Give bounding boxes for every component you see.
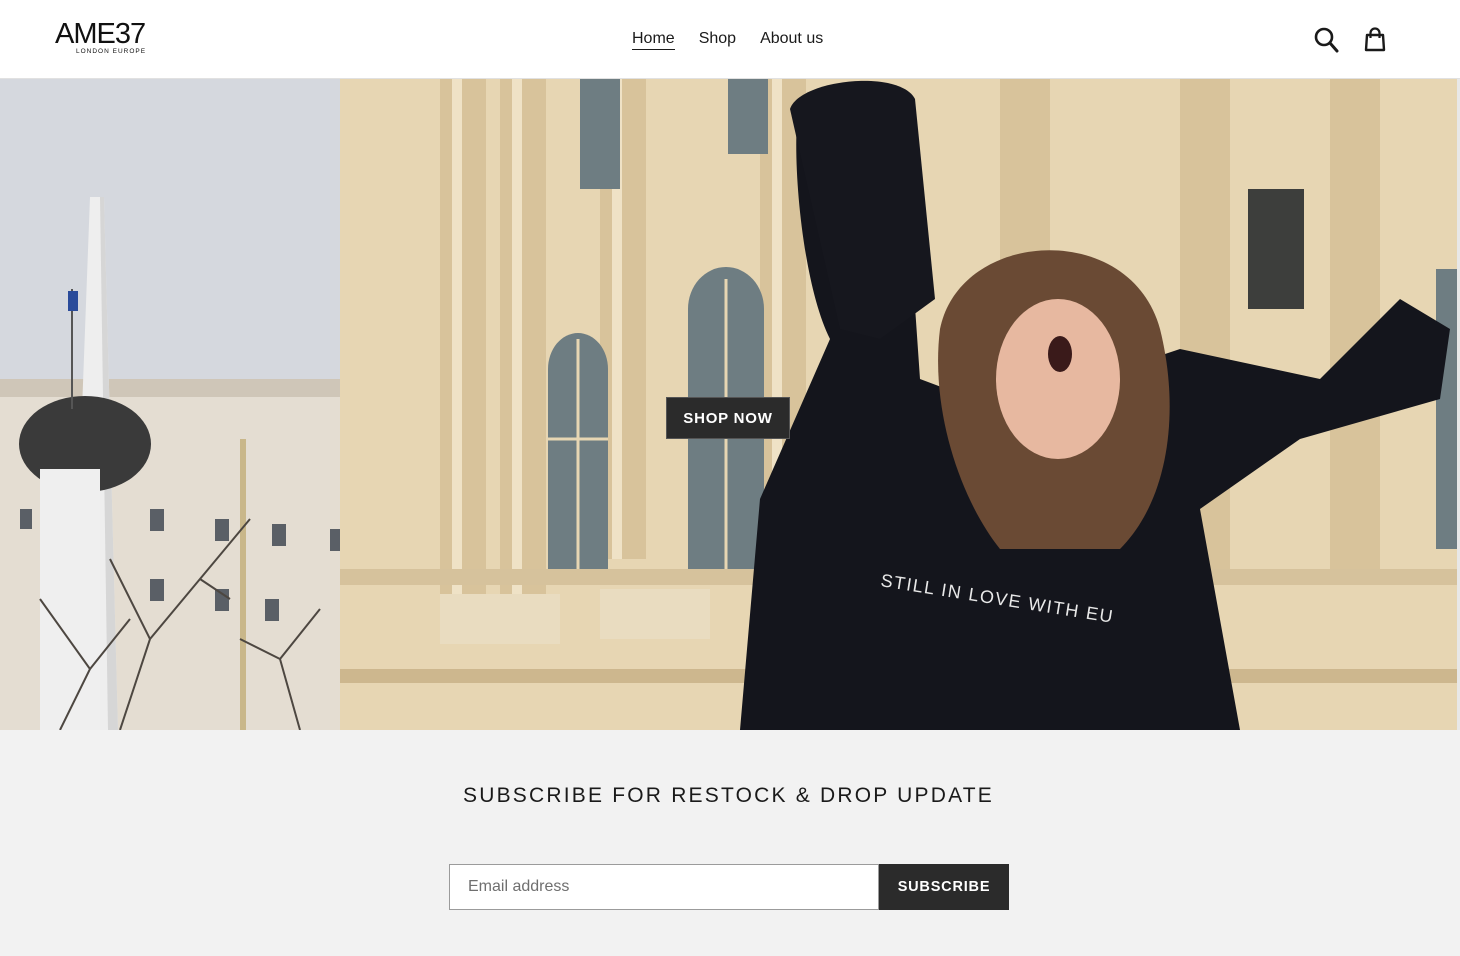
email-input[interactable] (449, 864, 879, 910)
main-nav: Home Shop About us (620, 28, 835, 50)
subscribe-button[interactable]: SUBSCRIBE (879, 864, 1009, 910)
nav-label-home: Home (632, 30, 675, 50)
hero-banner: STILL IN LOVE WITH EU SHOP NOW (0, 79, 1457, 730)
nav-label-shop: Shop (698, 30, 737, 47)
newsletter-heading: SUBSCRIBE FOR RESTOCK & DROP UPDATE (463, 784, 994, 807)
nav-link-about[interactable]: About us (748, 28, 835, 50)
search-button[interactable] (1312, 24, 1342, 56)
shopping-bag-icon (1364, 27, 1386, 52)
shop-now-button[interactable]: SHOP NOW (666, 397, 790, 439)
site-header: AME37 LONDON EUROPE Home Shop About us (0, 0, 1460, 79)
newsletter-section: SUBSCRIBE FOR RESTOCK & DROP UPDATE SUBS… (0, 730, 1460, 956)
cart-button[interactable] (1360, 24, 1390, 56)
logo-wordmark: AME37 (55, 18, 146, 50)
nav-link-shop[interactable]: Shop (687, 28, 748, 50)
brand-logo[interactable]: AME37 LONDON EUROPE (55, 18, 175, 58)
newsletter-form: SUBSCRIBE (449, 864, 1009, 910)
logo-tagline: LONDON EUROPE (76, 48, 147, 55)
nav-label-about: About us (760, 30, 824, 47)
search-icon (1314, 27, 1339, 53)
nav-link-home[interactable]: Home (620, 28, 687, 50)
